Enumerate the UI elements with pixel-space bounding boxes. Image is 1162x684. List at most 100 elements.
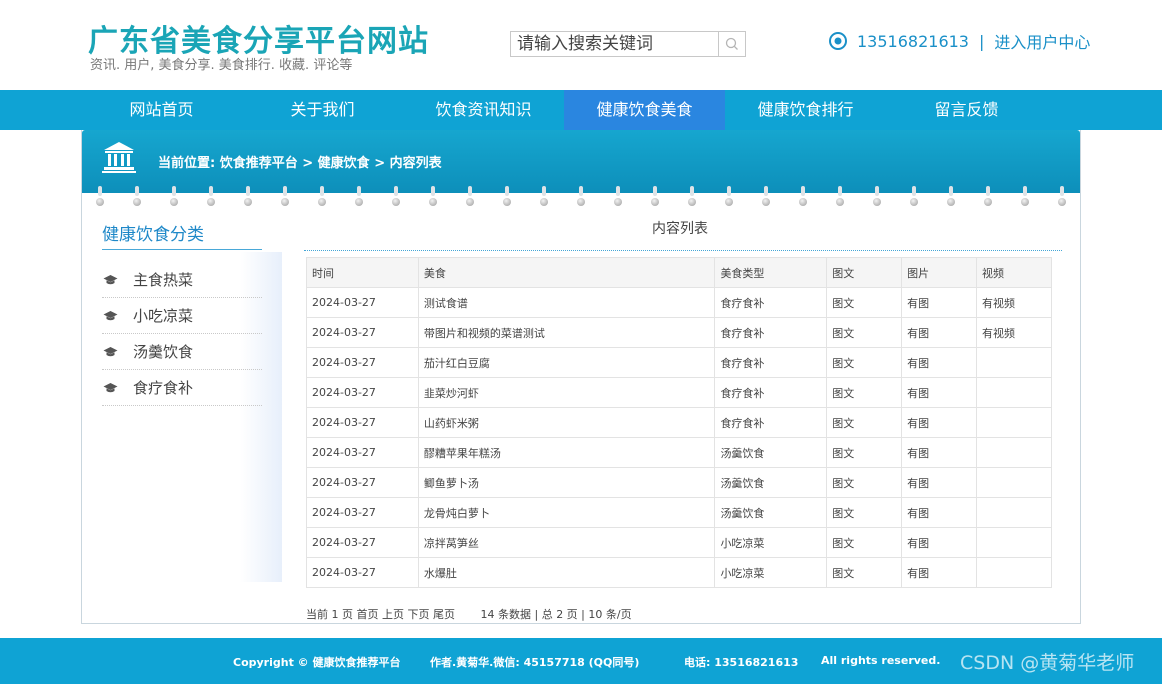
sidebar-item-therapy[interactable]: 食疗食补 (102, 370, 262, 406)
column-header: 美食 (417, 257, 716, 288)
footer-copyright: Copyright © 健康饮食推荐平台 (233, 656, 401, 669)
cell-image-flag: 有图 (901, 347, 978, 378)
graduation-cap-icon (103, 274, 118, 284)
content-table: 时间 美食 美食类型 图文 图片 视频 2024-03-27 测试食谱 食疗食补 图文… (306, 257, 1052, 588)
cell-image-flag: 有图 (901, 467, 978, 498)
binder-ring (1058, 186, 1066, 210)
table-row[interactable]: 2024-03-27 水爆肚 小吃凉菜 图文 有图 (306, 557, 1052, 588)
cell-dish-name[interactable]: 水爆肚 (417, 557, 716, 588)
table-row[interactable]: 2024-03-27 鲫鱼萝卜汤 汤羹饮食 图文 有图 (306, 467, 1052, 498)
contact-separator: | (978, 31, 985, 51)
nav-item-ranking[interactable]: 健康饮食排行 (725, 90, 886, 130)
cell-date: 2024-03-27 (306, 497, 419, 528)
nav-item-news[interactable]: 饮食资讯知识 (403, 90, 564, 130)
cell-dish-type: 小吃凉菜 (714, 527, 828, 558)
table-row[interactable]: 2024-03-27 带图片和视频的菜谱测试 食疗食补 图文 有图 有视频 (306, 317, 1052, 348)
nav-item-about[interactable]: 关于我们 (242, 90, 403, 130)
site-subtitle: 资讯. 用户, 美食分享. 美食排行. 收藏. 评论等 (90, 58, 353, 73)
binder-ring (725, 186, 733, 210)
cell-image-flag: 有图 (901, 407, 978, 438)
table-row[interactable]: 2024-03-27 茄汁红白豆腐 食疗食补 图文 有图 (306, 347, 1052, 378)
cell-text-flag: 图文 (826, 407, 903, 438)
binder-ring (429, 186, 437, 210)
cell-text-flag: 图文 (826, 377, 903, 408)
cell-dish-name[interactable]: 鲫鱼萝卜汤 (417, 467, 716, 498)
pager-next-link[interactable]: 下页 (408, 608, 430, 621)
breadcrumb-bar: 当前位置: 饮食推荐平台 > 健康饮食 > 内容列表 (82, 130, 1080, 193)
cell-video-flag (976, 377, 1052, 408)
table-row[interactable]: 2024-03-27 山药虾米粥 食疗食补 图文 有图 (306, 407, 1052, 438)
cell-video-flag: 有视频 (976, 287, 1052, 318)
binder-ring (281, 186, 289, 210)
cell-video-flag: 有视频 (976, 317, 1052, 348)
binder-ring (503, 186, 511, 210)
cell-dish-name[interactable]: 测试食谱 (417, 287, 716, 318)
cell-dish-type: 小吃凉菜 (714, 557, 828, 588)
cell-video-flag (976, 437, 1052, 468)
cell-video-flag (976, 497, 1052, 528)
binder-ring (614, 186, 622, 210)
cell-video-flag (976, 527, 1052, 558)
sidebar-item-main-dishes[interactable]: 主食热菜 (102, 262, 262, 298)
cell-dish-name[interactable]: 醪糟苹果年糕汤 (417, 437, 716, 468)
sidebar-item-label: 小吃凉菜 (133, 307, 194, 325)
sidebar-item-label: 汤羹饮食 (133, 343, 194, 361)
binder-ring (947, 186, 955, 210)
search-box (510, 31, 746, 57)
cell-image-flag: 有图 (901, 317, 978, 348)
search-input[interactable] (511, 32, 719, 56)
cell-dish-name[interactable]: 韭菜炒河虾 (417, 377, 716, 408)
nav-item-home[interactable]: 网站首页 (81, 90, 242, 130)
binder-ring (836, 186, 844, 210)
bank-building-icon (102, 142, 136, 173)
binder-ring (170, 186, 178, 210)
binder-ring (799, 186, 807, 210)
table-header-row: 时间 美食 美食类型 图文 图片 视频 (306, 257, 1052, 288)
pager-last-link[interactable]: 尾页 (433, 608, 455, 621)
binder-ring (133, 186, 141, 210)
table-row[interactable]: 2024-03-27 韭菜炒河虾 食疗食补 图文 有图 (306, 377, 1052, 408)
column-header: 视频 (976, 257, 1052, 288)
table-row[interactable]: 2024-03-27 凉拌莴笋丝 小吃凉菜 图文 有图 (306, 527, 1052, 558)
table-row[interactable]: 2024-03-27 醪糟苹果年糕汤 汤羹饮食 图文 有图 (306, 437, 1052, 468)
sidebar-title: 健康饮食分类 (102, 225, 204, 245)
cell-text-flag: 图文 (826, 437, 903, 468)
cell-date: 2024-03-27 (306, 527, 419, 558)
user-center-link[interactable]: 进入用户中心 (994, 29, 1090, 53)
cell-date: 2024-03-27 (306, 377, 419, 408)
cell-text-flag: 图文 (826, 287, 903, 318)
binder-ring (540, 186, 548, 210)
sidebar-divider (102, 249, 262, 250)
nav-item-feedback[interactable]: 留言反馈 (886, 90, 1047, 130)
cell-dish-name[interactable]: 龙骨炖白萝卜 (417, 497, 716, 528)
pager-prev-link[interactable]: 上页 (382, 608, 404, 621)
graduation-cap-icon (103, 310, 118, 320)
sidebar-item-snacks[interactable]: 小吃凉菜 (102, 298, 262, 334)
table-row[interactable]: 2024-03-27 龙骨炖白萝卜 汤羹饮食 图文 有图 (306, 497, 1052, 528)
binder-ring (577, 186, 585, 210)
cell-dish-type: 食疗食补 (714, 287, 828, 318)
search-button[interactable] (718, 32, 745, 56)
cell-dish-name[interactable]: 凉拌莴笋丝 (417, 527, 716, 558)
cell-dish-name[interactable]: 茄汁红白豆腐 (417, 347, 716, 378)
footer-phone: 电话: 13516821613 (684, 656, 799, 669)
column-header: 图片 (901, 257, 978, 288)
cell-image-flag: 有图 (901, 377, 978, 408)
cell-dish-type: 食疗食补 (714, 347, 828, 378)
table-row[interactable]: 2024-03-27 测试食谱 食疗食补 图文 有图 有视频 (306, 287, 1052, 318)
binder-ring (466, 186, 474, 210)
cell-dish-name[interactable]: 带图片和视频的菜谱测试 (417, 317, 716, 348)
cell-dish-name[interactable]: 山药虾米粥 (417, 407, 716, 438)
sidebar-item-soups[interactable]: 汤羹饮食 (102, 334, 262, 370)
binder-ring (96, 186, 104, 210)
pager-first-link[interactable]: 首页 (357, 608, 379, 621)
main-content-box: 当前位置: 饮食推荐平台 > 健康饮食 > 内容列表 健康饮食分类 主食热菜 小… (81, 130, 1081, 624)
nav-item-healthy-food[interactable]: 健康饮食美食 (564, 90, 725, 130)
binder-ring (207, 186, 215, 210)
cell-image-flag: 有图 (901, 527, 978, 558)
binder-ring (762, 186, 770, 210)
cell-date: 2024-03-27 (306, 437, 419, 468)
sidebar-item-label: 食疗食补 (133, 379, 194, 397)
footer-rights: All rights reserved. (821, 654, 941, 667)
contact-phone: 13516821613 (857, 31, 969, 51)
